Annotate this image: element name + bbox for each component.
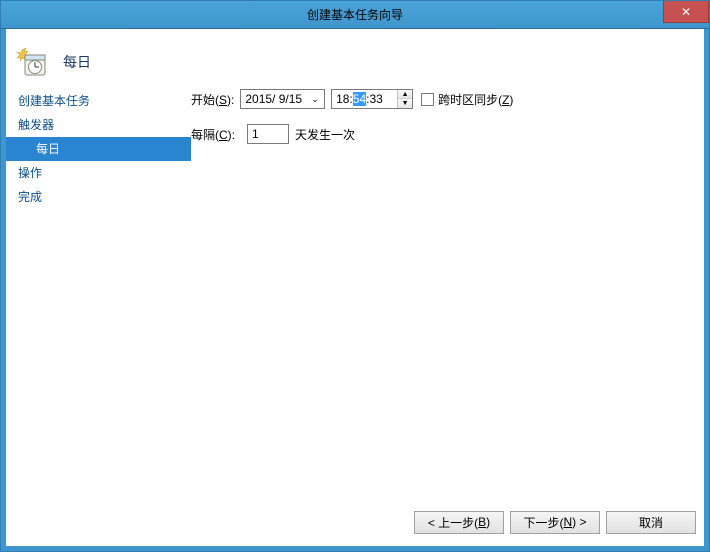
scheduler-icon xyxy=(16,46,48,78)
row-start: 开始(S): 2015/ 9/15 ⌄ 18:54:33 ▲ ▼ xyxy=(191,89,704,109)
start-date-picker[interactable]: 2015/ 9/15 ⌄ xyxy=(240,89,325,109)
close-icon: ✕ xyxy=(681,5,691,19)
row-interval: 每隔(C): 1 天发生一次 xyxy=(191,124,704,144)
interval-label: 每隔(C): xyxy=(191,126,235,143)
cancel-button[interactable]: 取消 xyxy=(606,511,696,534)
footer: < 上一步(B) 下一步(N) > 取消 xyxy=(6,498,704,546)
close-button[interactable]: ✕ xyxy=(663,1,709,23)
titlebar: 创建基本任务向导 ✕ xyxy=(1,1,709,29)
spinner-up-icon[interactable]: ▲ xyxy=(398,90,412,99)
back-button[interactable]: < 上一步(B) xyxy=(414,511,504,534)
window-title: 创建基本任务向导 xyxy=(307,6,403,23)
wizard-window: 创建基本任务向导 ✕ 每日 创建基本任务 触发器 每日 xyxy=(0,0,710,552)
timezone-sync-checkbox[interactable] xyxy=(421,93,434,106)
sidebar-item-action[interactable]: 操作 xyxy=(6,161,191,185)
page-title: 每日 xyxy=(63,52,91,72)
sidebar-item-finish[interactable]: 完成 xyxy=(6,185,191,209)
sidebar: 创建基本任务 触发器 每日 操作 完成 xyxy=(6,89,191,498)
time-spinner-buttons[interactable]: ▲ ▼ xyxy=(397,90,412,108)
main-panel: 开始(S): 2015/ 9/15 ⌄ 18:54:33 ▲ ▼ xyxy=(191,89,704,498)
interval-unit-label: 天发生一次 xyxy=(295,126,355,143)
start-time-value: 18:54:33 xyxy=(336,92,383,106)
sidebar-item-create-basic-task[interactable]: 创建基本任务 xyxy=(6,89,191,113)
interval-input[interactable]: 1 xyxy=(247,124,289,144)
timezone-sync-label: 跨时区同步(Z) xyxy=(438,91,513,108)
spinner-down-icon[interactable]: ▼ xyxy=(398,99,412,108)
sidebar-item-daily[interactable]: 每日 xyxy=(6,137,191,161)
interval-value: 1 xyxy=(252,127,259,141)
content: 创建基本任务 触发器 每日 操作 完成 开始(S): 2015/ 9/15 ⌄ xyxy=(6,89,704,498)
chevron-down-icon: ⌄ xyxy=(308,92,322,106)
start-label: 开始(S): xyxy=(191,91,234,108)
wizard-header: 每日 xyxy=(6,29,704,89)
start-time-spinner[interactable]: 18:54:33 ▲ ▼ xyxy=(331,89,413,109)
start-date-value: 2015/ 9/15 xyxy=(245,92,302,106)
window-body: 每日 创建基本任务 触发器 每日 操作 完成 开始(S): 2015/ 9/15… xyxy=(1,29,709,551)
sidebar-item-trigger[interactable]: 触发器 xyxy=(6,113,191,137)
next-button[interactable]: 下一步(N) > xyxy=(510,511,600,534)
